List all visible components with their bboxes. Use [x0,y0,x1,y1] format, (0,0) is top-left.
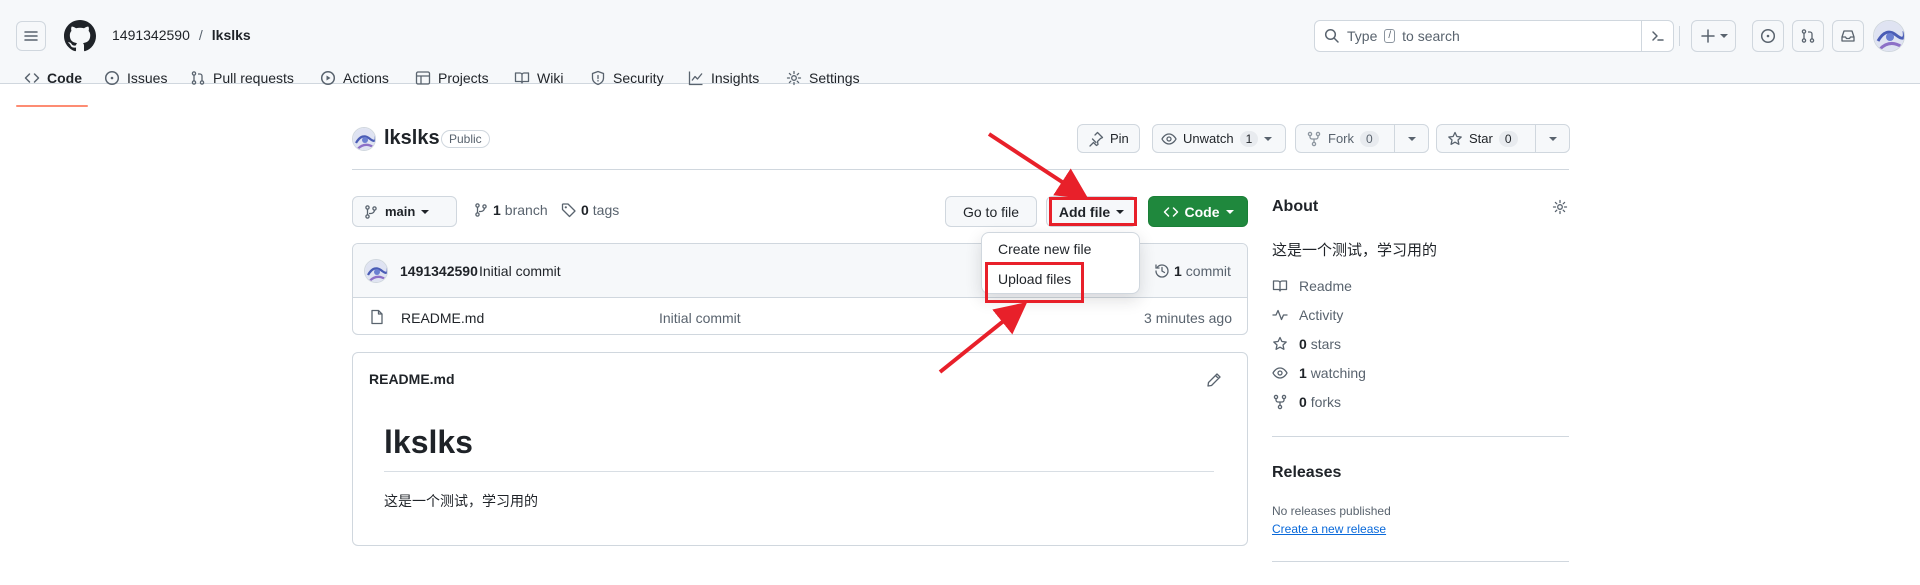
arrow-to-upload-files [938,301,1028,374]
arrow-to-add-file [987,132,1089,200]
annotation-arrows [938,132,1089,374]
